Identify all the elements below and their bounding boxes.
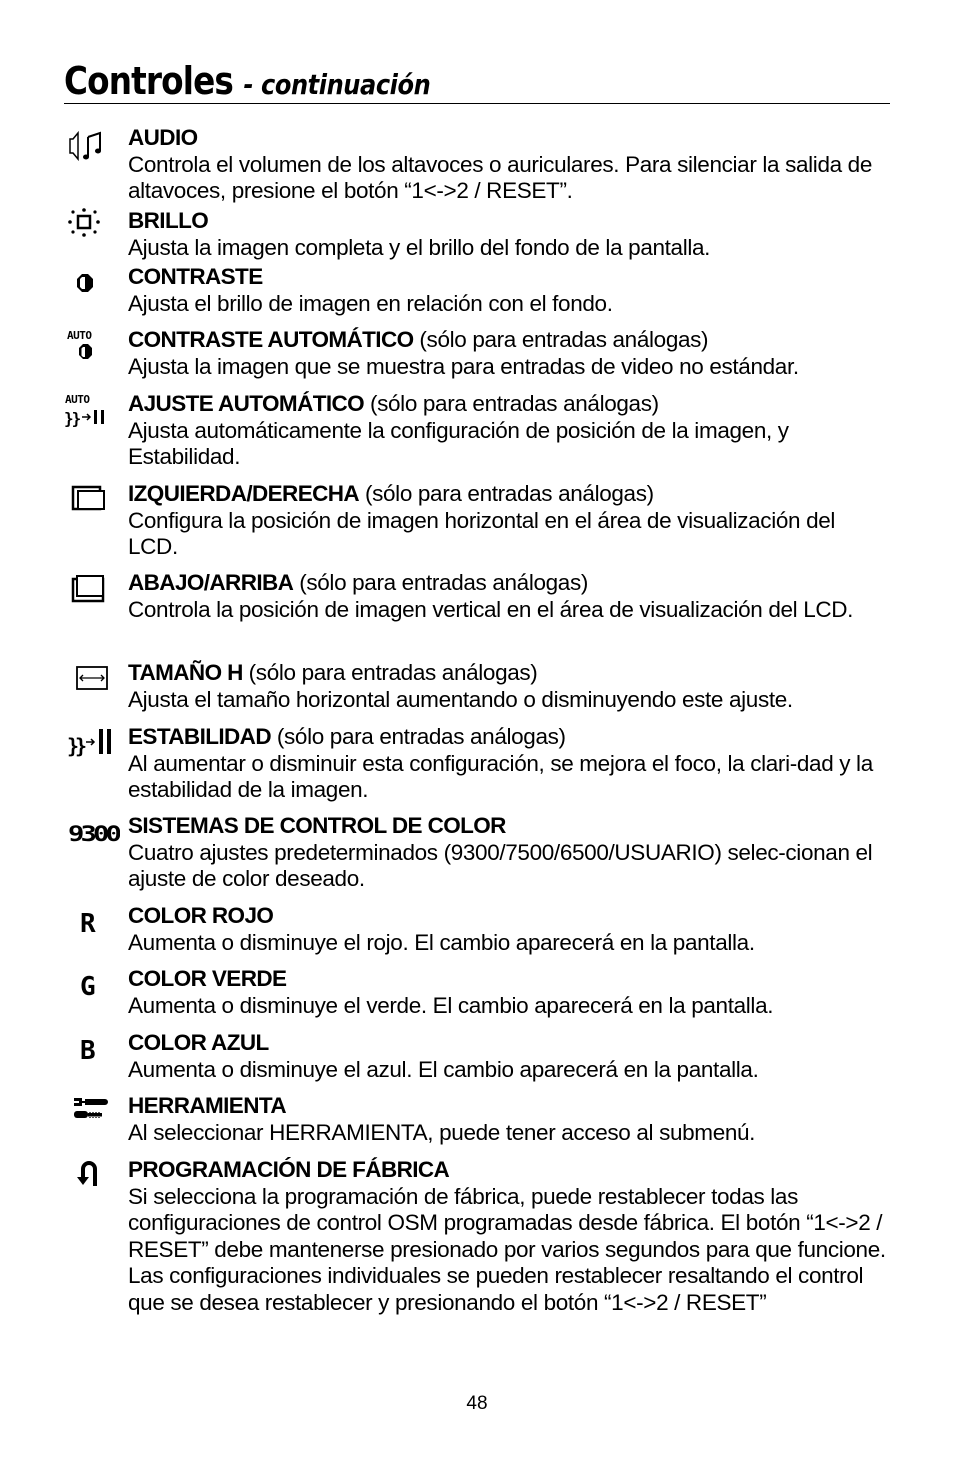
entry-description: Aumenta o disminuye el azul. El cambio a… xyxy=(128,1056,759,1082)
auto-contrast-icon: AUTO xyxy=(64,327,120,367)
svg-text:G: G xyxy=(80,972,96,1002)
entry-heading: CONTRASTE xyxy=(128,264,263,289)
entry-description: Cuatro ajustes predeterminados (9300/750… xyxy=(128,839,873,892)
entry-heading: IZQUIERDA/DERECHA xyxy=(128,481,360,506)
blue-b-icon: B xyxy=(64,1030,120,1070)
entry-description: Ajusta el brillo de imagen en relación c… xyxy=(128,290,613,316)
auto-adjust-icon: AUTO }} xyxy=(64,391,120,431)
entry-heading: COLOR VERDE xyxy=(128,966,287,991)
entry-description: Al aumentar o disminuir esta configuraci… xyxy=(128,750,873,803)
entry-heading: COLOR ROJO xyxy=(128,903,274,928)
entry-note: (sólo para entradas análogas) xyxy=(364,391,659,416)
entry-note: (sólo para entradas análogas) xyxy=(242,660,538,685)
entry-description: Configura la posición de imagen horizont… xyxy=(128,507,836,560)
vertical-position-icon xyxy=(64,570,120,610)
entry-description: Ajusta automáticamente la configuración … xyxy=(128,417,789,470)
contrast-icon xyxy=(64,264,120,304)
entry-description: Al seleccionar HERRAMIENTA, puede tener … xyxy=(128,1119,756,1145)
svg-text:B: B xyxy=(80,1036,96,1066)
stability-icon: }} xyxy=(64,724,120,764)
entry-heading: TAMAÑO H xyxy=(128,660,243,685)
entry-heading: HERRAMIENTA xyxy=(128,1093,287,1118)
entry-description: Ajusta el tamaño horizontal aumentando o… xyxy=(128,686,793,712)
entry-description: Si selecciona la programación de fábrica… xyxy=(128,1183,886,1315)
entry-heading: CONTRASTE AUTOMÁTICO xyxy=(128,327,414,352)
color-9300-label: 9300 xyxy=(68,822,120,846)
title-rule xyxy=(64,103,890,104)
svg-text:R: R xyxy=(80,909,96,939)
entry-description: Controla la posición de imagen vertical … xyxy=(128,596,854,622)
entry-heading: COLOR AZUL xyxy=(128,1030,269,1055)
horizontal-position-icon xyxy=(64,481,120,521)
factory-reset-return-icon xyxy=(64,1157,120,1197)
entry-heading: ESTABILIDAD xyxy=(128,724,272,749)
speaker-music-icon xyxy=(64,125,120,165)
entry-description: Ajusta la imagen que se muestra para ent… xyxy=(128,353,799,379)
green-g-icon: G xyxy=(64,966,120,1006)
entry-heading: AUDIO xyxy=(128,125,198,150)
entry-note: (sólo para entradas análogas) xyxy=(293,570,589,595)
svg-text:AUTO: AUTO xyxy=(67,329,92,342)
entry-heading: BRILLO xyxy=(128,208,209,233)
svg-text:AUTO: AUTO xyxy=(65,393,90,406)
brightness-sun-icon xyxy=(64,208,120,248)
red-r-icon: R xyxy=(64,903,120,943)
entry-heading: ABAJO/ARRIBA xyxy=(128,570,294,595)
page-number: 48 xyxy=(466,1393,488,1414)
entry-note: (sólo para entradas análogas) xyxy=(270,724,566,749)
title-main: Controles xyxy=(64,59,234,103)
entry-heading: PROGRAMACIÓN DE FÁBRICA xyxy=(128,1157,450,1182)
entry-heading: SISTEMAS DE CONTROL DE COLOR xyxy=(128,813,506,838)
h-size-icon xyxy=(64,660,120,700)
title-subtitle: - continuación xyxy=(243,68,431,101)
entry-description: Aumenta o disminuye el verde. El cambio … xyxy=(128,992,774,1018)
entry-description: Controla el volumen de los altavoces o a… xyxy=(128,151,873,204)
svg-text:}}: }} xyxy=(67,734,86,758)
tool-wrench-screwdriver-icon xyxy=(64,1093,120,1133)
page-title: Controles - continuación xyxy=(64,58,431,108)
entry-description: Aumenta o disminuye el rojo. El cambio a… xyxy=(128,929,755,955)
entry-heading: AJUSTE AUTOMÁTICO xyxy=(128,391,365,416)
svg-text:}}: }} xyxy=(64,409,81,428)
entry-note: (sólo para entradas análogas) xyxy=(359,481,654,506)
entry-note: (sólo para entradas análogas) xyxy=(413,327,709,352)
color-9300-icon: 9300 xyxy=(64,813,120,853)
entry-description: Ajusta la imagen completa y el brillo de… xyxy=(128,234,711,260)
